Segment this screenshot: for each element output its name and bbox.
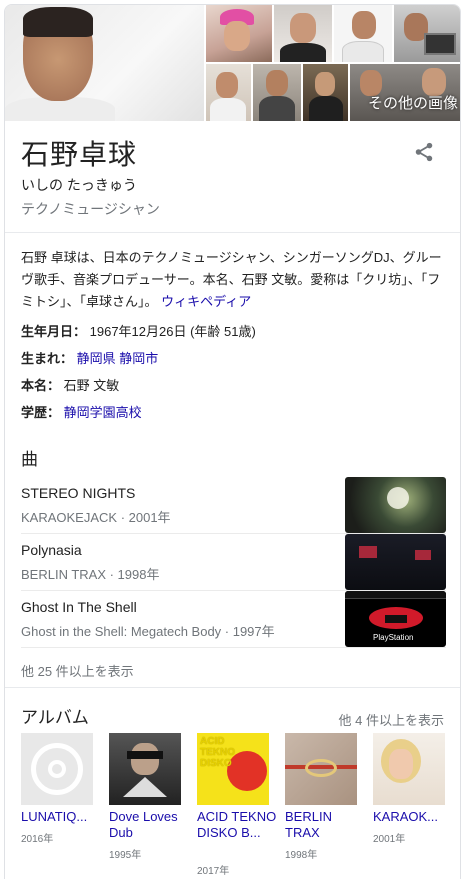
album-title: KARAOK... [373,809,439,824]
song-meta: Ghost in the Shell: Megatech Body · 1997… [21,624,275,639]
fact-link-prefecture[interactable]: 静岡県 [77,351,116,366]
album-title: ACID TEKNO DISKO B... [197,809,277,840]
knowledge-panel: その他の画像 石野卓球 いしの たっきゅう テクノミュージシャン 石野 卓球は、… [4,4,461,879]
song-item[interactable]: Ghost In The Shell Ghost in the Shell: M… [21,589,446,647]
song-title: STEREO NIGHTS [21,485,136,501]
image-header: その他の画像 [5,5,460,121]
album-cover: ACID TEKNO DISKO [197,733,269,805]
song-item[interactable]: Polynasia BERLIN TRAX · 1998年 [21,532,446,590]
description: 石野 卓球は、日本のテクノミュージシャン、シンガーソングDJ、グルーヴ歌手、音楽… [21,247,447,313]
thumb-6[interactable] [253,64,301,121]
fact-label: 生年月日： [21,324,87,339]
album-cover-text: ACID TEKNO DISKO [200,736,235,769]
fact-link-school[interactable]: 静岡学園高校 [64,405,142,420]
fact-birthdate: 生年月日： 1967年12月26日 (年齢 51歳) [21,321,256,340]
fact-value: 石野 文敏 [63,378,120,393]
fact-birthplace: 生まれ： 静岡県 静岡市 [21,348,158,367]
entity-reading: いしの たっきゅう [21,177,137,193]
album-cover [285,733,357,805]
divider [21,647,446,648]
entity-subtitle: テクノミュージシャン [21,201,160,217]
more-albums-link[interactable]: 他 4 件以上を表示 [339,710,444,729]
album-cover [373,733,445,805]
album-year: 1998年 [285,850,318,861]
album-year: 2016年 [21,834,54,845]
thumb-2[interactable] [274,5,332,62]
fact-label: 学歴： [21,405,61,420]
songs-heading: 曲 [21,450,38,469]
share-icon[interactable] [413,141,435,163]
thumb-5[interactable] [206,64,251,121]
song-item[interactable]: STEREO NIGHTS KARAOKEJACK · 2001年 [21,475,446,533]
more-images-link[interactable]: その他の画像 [368,92,458,113]
thumb-3[interactable] [334,5,392,62]
divider [5,687,460,688]
thumb-1[interactable] [206,5,272,62]
fact-label: 本名： [21,378,61,393]
song-thumbnail [345,477,446,533]
album-title: Dove Loves Dub [109,809,178,840]
album-year: 2001年 [373,834,406,845]
song-thumbnail: PlayStation [345,591,446,647]
album-year: 1995年 [109,850,142,861]
album-title: LUNATIQ... [21,809,88,824]
fact-label: 生まれ： [21,351,74,366]
song-title: Polynasia [21,542,82,558]
wikipedia-link[interactable]: ウィキペディア [161,294,251,309]
song-meta: BERLIN TRAX · 1998年 [21,567,160,582]
album-cover [109,733,181,805]
photo-hair [23,7,93,37]
entity-name: 石野卓球 [21,138,138,171]
song-title: Ghost In The Shell [21,599,137,615]
main-photo[interactable] [5,5,204,121]
playstation-label: PlayStation [373,633,414,642]
fact-education: 学歴： 静岡学園高校 [21,402,142,421]
thumb-7[interactable] [303,64,348,121]
album-cover [21,733,93,805]
song-meta: KARAOKEJACK · 2001年 [21,510,171,525]
divider [5,232,460,233]
album-year: 2017年 [197,866,230,877]
thumb-4[interactable] [394,5,460,62]
image-thumbnails: その他の画像 [206,5,460,121]
song-thumbnail [345,534,446,590]
more-songs-link[interactable]: 他 25 件以上を表示 [21,661,134,680]
fact-real-name: 本名： 石野 文敏 [21,375,119,394]
album-title: BERLIN TRAX [285,809,332,840]
fact-link-city[interactable]: 静岡市 [119,351,158,366]
fact-value: 1967年12月26日 (年齢 51歳) [89,324,256,339]
albums-heading: アルバム [21,708,89,727]
